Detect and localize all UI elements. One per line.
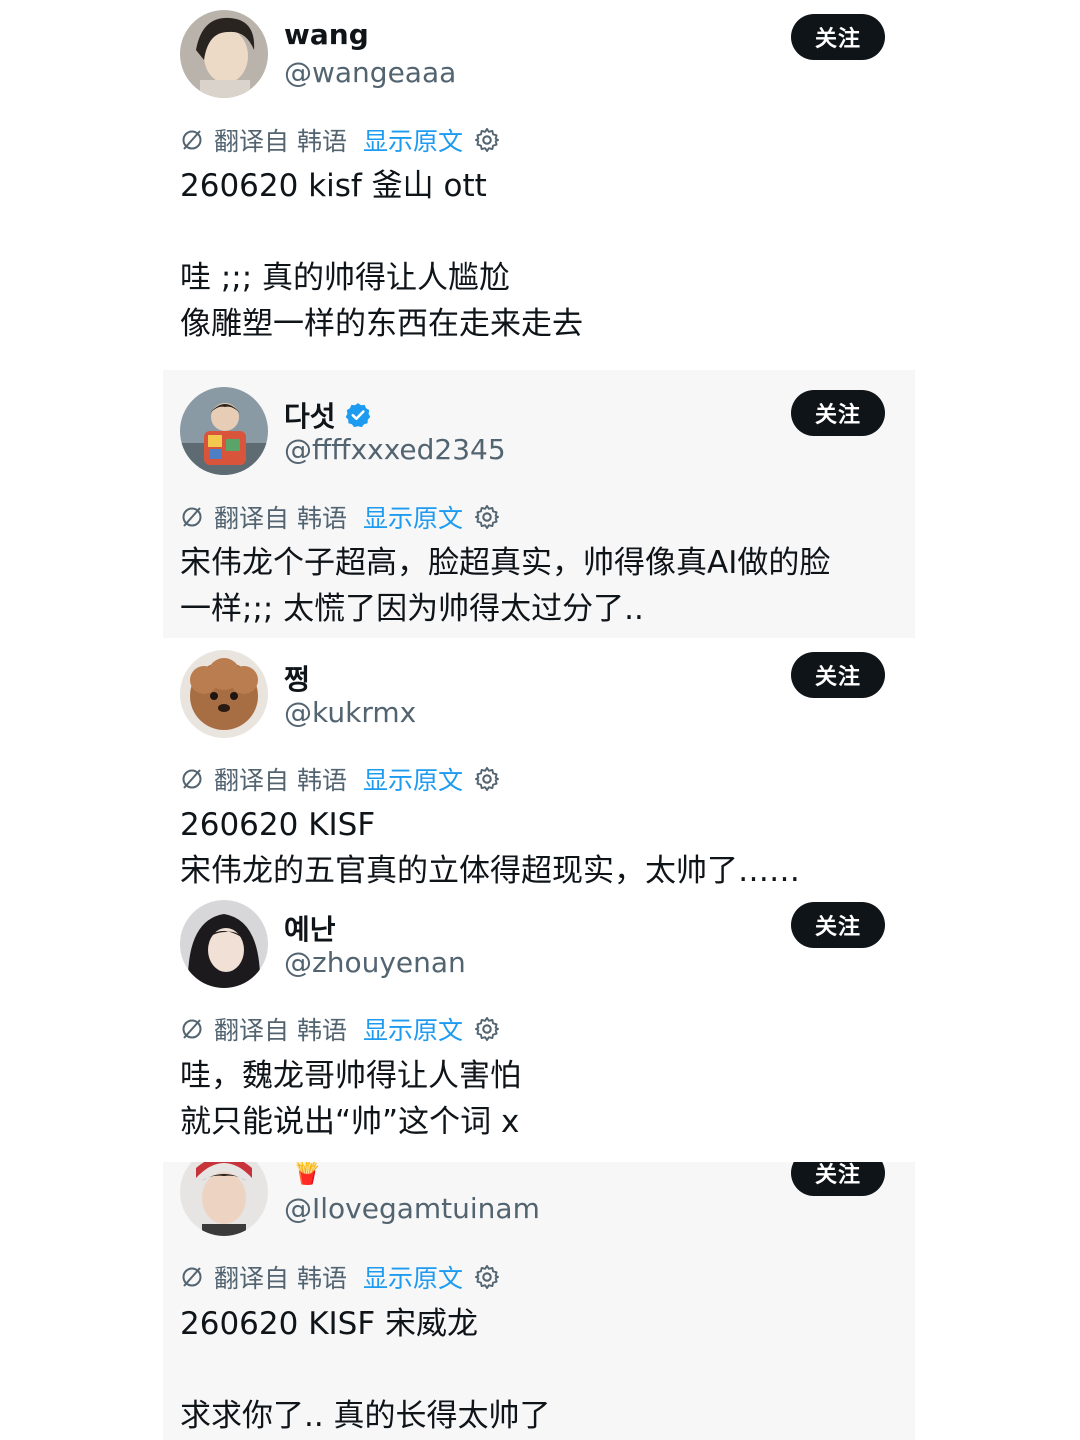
avatar[interactable]: [180, 900, 268, 988]
avatar[interactable]: [180, 650, 268, 738]
gear-icon[interactable]: [473, 503, 501, 531]
display-name[interactable]: 다섯: [284, 395, 336, 435]
translate-icon: [180, 767, 204, 791]
gear-icon[interactable]: [473, 765, 501, 793]
tweet-text: 哇，魏龙哥帅得让人害怕 就只能说出“帅”这个词 x: [180, 1058, 521, 1140]
tweet-card: 예난 @zhouyenan 关注 翻译自 韩语 显示原文 哇，魏龙哥帅得让人害怕…: [163, 892, 915, 1152]
translation-bar: 翻译自 韩语 显示原文: [180, 1259, 501, 1295]
follow-button[interactable]: 关注: [791, 390, 885, 436]
follow-button[interactable]: 关注: [791, 652, 885, 698]
tweet-text: 宋伟龙个子超高，脸超真实，帅得像真AI做的脸 一样;;; 太慌了因为帅得太过分了…: [180, 545, 831, 627]
translation-bar: 翻译自 韩语 显示原文: [180, 122, 501, 158]
translation-bar: 翻译自 韩语 显示原文: [180, 499, 501, 535]
gear-icon[interactable]: [473, 1015, 501, 1043]
show-original-link[interactable]: 显示原文: [363, 1259, 463, 1295]
show-original-link[interactable]: 显示原文: [363, 122, 463, 158]
tweet-card: wang @wangeaaa 关注 翻译自 韩语 显示原文 260620 kis…: [163, 0, 915, 368]
tweet-card: 🍟 @Ilovegamtuinam 关注 翻译自 韩语 显示原文 260620 …: [163, 1162, 915, 1440]
translate-icon: [180, 1265, 204, 1289]
user-handle[interactable]: @ffffxxxed2345: [284, 433, 506, 466]
display-name[interactable]: 쩡: [284, 658, 310, 698]
translated-from-label: 翻译自 韩语: [214, 766, 347, 795]
translation-bar: 翻译自 韩语 显示原文: [180, 761, 501, 797]
translated-from-label: 翻译自 韩语: [214, 127, 347, 156]
follow-button[interactable]: 关注: [791, 14, 885, 60]
tweet-text: 260620 KISF 宋威龙 求求你了.. 真的长得太帅了: [180, 1306, 551, 1434]
show-original-link[interactable]: 显示原文: [363, 1011, 463, 1047]
follow-button[interactable]: 关注: [791, 1162, 885, 1196]
fries-emoji-icon: 🍟: [292, 1162, 322, 1186]
translate-icon: [180, 505, 204, 529]
user-handle[interactable]: @kukrmx: [284, 696, 416, 729]
show-original-link[interactable]: 显示原文: [363, 761, 463, 797]
verified-badge-icon: [344, 401, 372, 429]
translate-icon: [180, 128, 204, 152]
tweet-text: 260620 kisf 釜山 ott 哇 ;;; 真的帅得让人尴尬 像雕塑一样的…: [180, 168, 583, 342]
user-handle[interactable]: @wangeaaa: [284, 56, 456, 89]
gear-icon[interactable]: [473, 126, 501, 154]
show-original-link[interactable]: 显示原文: [363, 499, 463, 535]
avatar[interactable]: [180, 1162, 268, 1236]
display-name[interactable]: 예난: [284, 908, 336, 948]
display-name[interactable]: wang: [284, 18, 369, 51]
avatar[interactable]: [180, 387, 268, 475]
translated-from-label: 翻译自 韩语: [214, 1016, 347, 1045]
gear-icon[interactable]: [473, 1263, 501, 1291]
tweet-card: 쩡 @kukrmx 关注 翻译自 韩语 显示原文 260620 KISF 宋伟龙…: [163, 640, 915, 892]
tweet-card: 다섯 @ffffxxxed2345 关注 翻译自 韩语 显示原文 宋伟龙个子超高…: [163, 370, 915, 638]
translated-from-label: 翻译自 韩语: [214, 1264, 347, 1293]
translation-bar: 翻译自 韩语 显示原文: [180, 1011, 501, 1047]
translate-icon: [180, 1017, 204, 1041]
tweet-text: 260620 KISF 宋伟龙的五官真的立体得超现实，太帅了……: [180, 807, 800, 889]
translated-from-label: 翻译自 韩语: [214, 504, 347, 533]
user-handle[interactable]: @zhouyenan: [284, 946, 466, 979]
follow-button[interactable]: 关注: [791, 902, 885, 948]
user-handle[interactable]: @Ilovegamtuinam: [284, 1192, 540, 1225]
avatar[interactable]: [180, 10, 268, 98]
